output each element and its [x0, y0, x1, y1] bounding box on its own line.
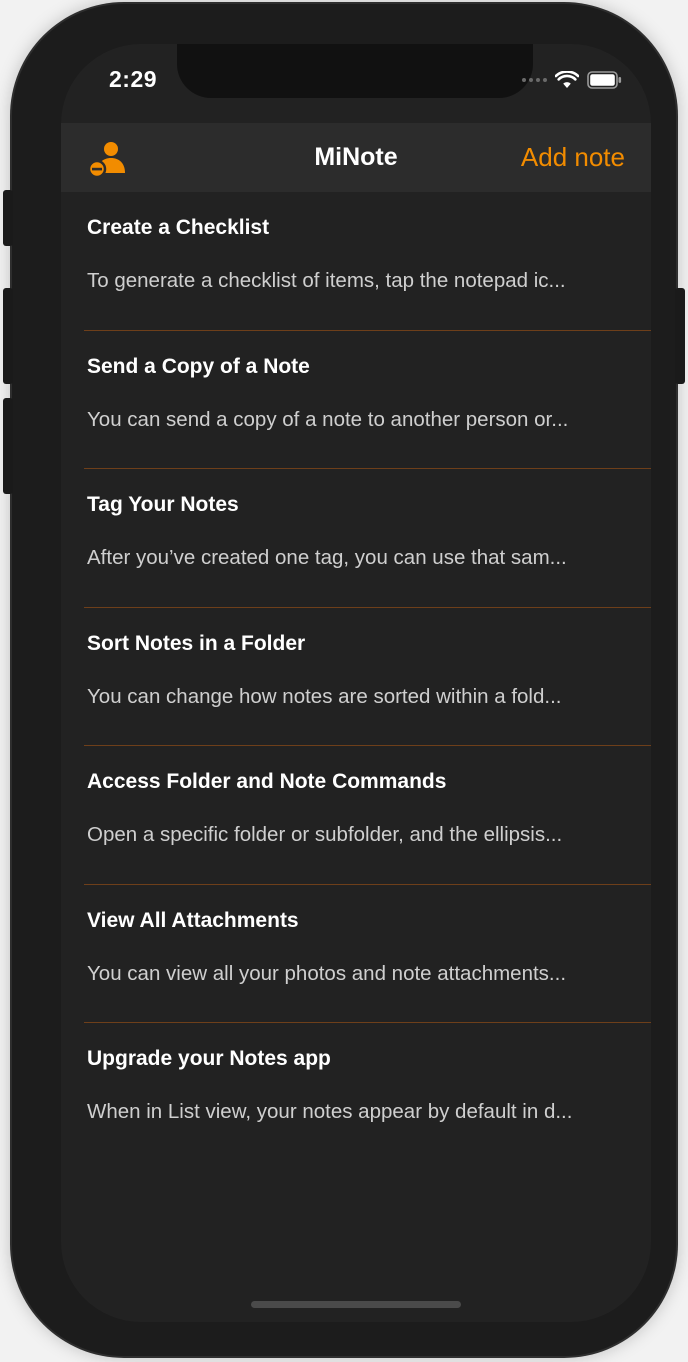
power-button	[675, 288, 685, 384]
volume-down-button	[3, 398, 13, 494]
note-preview: To generate a checklist of items, tap th…	[87, 269, 566, 292]
note-preview: After you’ve created one tag, you can us…	[87, 546, 567, 569]
volume-up-button	[3, 288, 13, 384]
device-notch	[177, 44, 533, 98]
note-item[interactable]: Send a Copy of a Note You can send a cop…	[61, 331, 651, 469]
status-time: 2:29	[109, 66, 158, 92]
note-item[interactable]: Upgrade your Notes app When in List view…	[61, 1023, 651, 1162]
note-title: Upgrade your Notes app	[87, 1047, 331, 1070]
note-preview: Open a specific folder or subfolder, and…	[87, 823, 563, 846]
note-preview: You can send a copy of a note to another…	[87, 407, 569, 431]
note-item[interactable]: Access Folder and Note Commands Open a s…	[61, 746, 651, 885]
battery-icon	[587, 71, 622, 89]
note-preview: You can view all your photos and note at…	[87, 961, 567, 985]
note-title: Send a Copy of a Note	[87, 354, 310, 378]
note-preview: You can change how notes are sorted with…	[87, 684, 562, 708]
silent-switch	[3, 190, 13, 246]
note-title: Access Folder and Note Commands	[87, 770, 447, 793]
note-item[interactable]: View All Attachments You can view all yo…	[61, 885, 651, 1023]
note-list: Create a Checklist To generate a checkli…	[61, 192, 651, 1162]
note-preview: When in List view, your notes appear by …	[87, 1100, 573, 1123]
note-item[interactable]: Create a Checklist To generate a checkli…	[61, 192, 651, 331]
status-icons	[522, 70, 623, 90]
note-item[interactable]: Tag Your Notes After you’ve created one …	[61, 469, 651, 608]
note-title: Create a Checklist	[87, 216, 270, 239]
wifi-icon	[555, 71, 579, 88]
phone-frame: 2:29 MiNote Add note Create a Checklist …	[3, 4, 685, 1356]
app-screen: 2:29 MiNote Add note Create a Checklist …	[61, 44, 651, 1322]
note-title: View All Attachments	[87, 908, 299, 932]
home-indicator[interactable]	[251, 1301, 461, 1308]
note-title: Sort Notes in a Folder	[87, 631, 306, 655]
add-note-button[interactable]: Add note	[521, 142, 625, 173]
note-title: Tag Your Notes	[87, 493, 239, 516]
cellular-signal-icon	[522, 78, 547, 82]
note-item[interactable]: Sort Notes in a Folder You can change ho…	[61, 608, 651, 746]
navigation-bar: MiNote Add note	[61, 123, 651, 192]
